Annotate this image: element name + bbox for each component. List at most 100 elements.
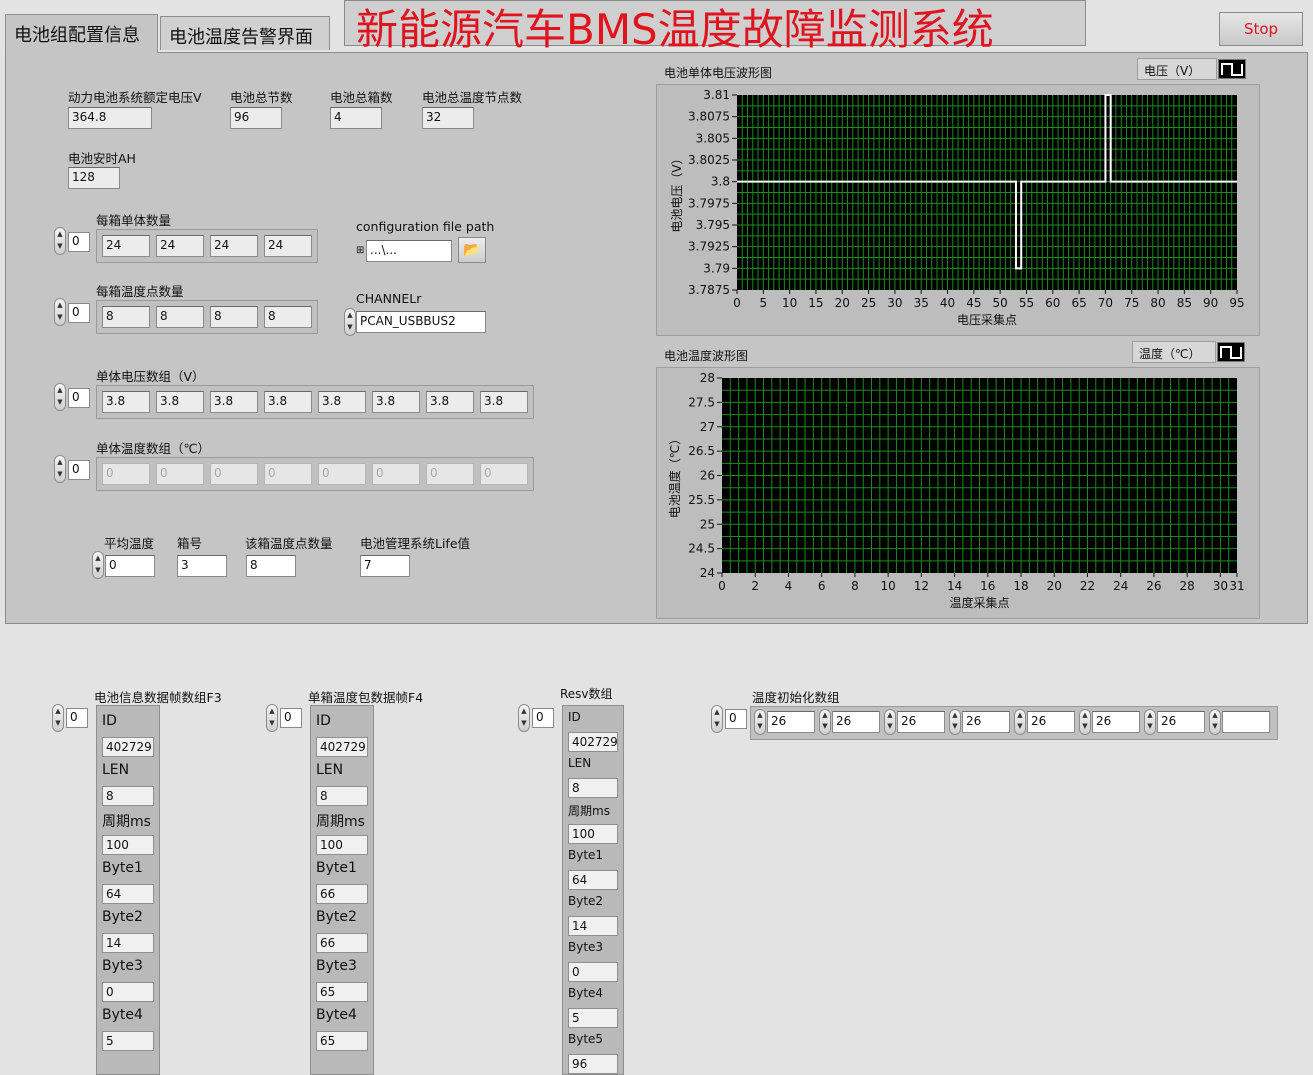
temp-init-element[interactable]: 26 bbox=[962, 711, 1010, 733]
life-value-field[interactable]: 7 bbox=[360, 555, 410, 577]
temp-init-element-spinner[interactable]: ▲ ▼ bbox=[949, 709, 961, 735]
cell-voltage-element[interactable]: 3.8 bbox=[156, 391, 204, 413]
cell-temps-index-spinner[interactable]: ▲ ▼ bbox=[54, 455, 66, 483]
cell-voltage-element[interactable]: 3.8 bbox=[372, 391, 420, 413]
cluster-field-value[interactable]: 14 bbox=[102, 933, 154, 953]
temp-init-element-spinner[interactable]: ▲ ▼ bbox=[1209, 709, 1221, 735]
cluster-field-value[interactable]: 8 bbox=[316, 786, 368, 806]
cell-voltage-element[interactable]: 3.8 bbox=[210, 391, 258, 413]
cluster-field-value[interactable]: 100 bbox=[316, 835, 368, 855]
box-temp-points-field[interactable]: 8 bbox=[246, 555, 296, 577]
cells-per-box-element[interactable]: 24 bbox=[156, 235, 204, 257]
temp-init-element-spinner[interactable]: ▲ ▼ bbox=[884, 709, 896, 735]
cluster-field-value[interactable]: 65 bbox=[316, 982, 368, 1002]
avg-temp-spinner[interactable]: ▲ ▼ bbox=[92, 551, 104, 579]
cluster-f3-index-spinner[interactable]: ▲ ▼ bbox=[52, 704, 64, 732]
cell-temp-element[interactable]: 0 bbox=[102, 463, 150, 485]
cells-per-box-element[interactable]: 24 bbox=[102, 235, 150, 257]
cluster-f4-index-spinner[interactable]: ▲ ▼ bbox=[266, 704, 278, 732]
temps-per-box-index[interactable]: 0 bbox=[68, 303, 90, 323]
cell-voltage-element[interactable]: 3.8 bbox=[426, 391, 474, 413]
voltage-legend[interactable]: 电压（V） bbox=[1137, 58, 1217, 80]
cluster-field-value[interactable]: 64 bbox=[568, 870, 618, 890]
temps-per-box-element[interactable]: 8 bbox=[264, 306, 312, 328]
cluster-field-value[interactable]: 66 bbox=[316, 884, 368, 904]
temp-init-element[interactable]: 26 bbox=[1027, 711, 1075, 733]
cell-temp-element[interactable]: 0 bbox=[480, 463, 528, 485]
cluster-resv-index[interactable]: 0 bbox=[532, 708, 554, 728]
cluster-field-value[interactable]: 65 bbox=[316, 1031, 368, 1051]
cells-per-box-index[interactable]: 0 bbox=[68, 232, 90, 252]
cell-voltages-index[interactable]: 0 bbox=[68, 388, 90, 408]
cluster-resv-index-spinner[interactable]: ▲ ▼ bbox=[518, 704, 530, 732]
temp-init-element-spinner[interactable]: ▲ ▼ bbox=[1144, 709, 1156, 735]
temp-init-element[interactable]: 26 bbox=[767, 711, 815, 733]
temp-init-element-spinner[interactable]: ▲ ▼ bbox=[754, 709, 766, 735]
stop-button[interactable]: Stop bbox=[1219, 12, 1303, 46]
channel-spinner[interactable]: ▲ ▼ bbox=[344, 308, 356, 336]
cell-voltages-index-spinner[interactable]: ▲ ▼ bbox=[54, 383, 66, 411]
temps-per-box-element[interactable]: 8 bbox=[210, 306, 258, 328]
tab-temp-alarm[interactable]: 电池温度告警界面 bbox=[160, 16, 330, 50]
temps-per-box-element[interactable]: 8 bbox=[102, 306, 150, 328]
folder-open-icon[interactable]: 📂 bbox=[458, 237, 486, 263]
cell-temps-index[interactable]: 0 bbox=[68, 460, 90, 480]
cell-temp-element[interactable]: 0 bbox=[156, 463, 204, 485]
cluster-field-value[interactable]: 64 bbox=[102, 884, 154, 904]
temp-init-element[interactable] bbox=[1222, 711, 1270, 733]
cluster-field-value[interactable]: 5 bbox=[568, 1008, 618, 1028]
avg-temp-field[interactable]: 0 bbox=[105, 555, 155, 577]
temp-init-element[interactable]: 26 bbox=[897, 711, 945, 733]
cluster-field-value[interactable]: 8 bbox=[568, 778, 618, 798]
cell-voltage-element[interactable]: 3.8 bbox=[264, 391, 312, 413]
total-temp-nodes-field[interactable]: 32 bbox=[422, 107, 474, 129]
cell-temp-element[interactable]: 0 bbox=[426, 463, 474, 485]
temps-per-box-index-spinner[interactable]: ▲ ▼ bbox=[54, 298, 66, 326]
temp-init-element-spinner[interactable]: ▲ ▼ bbox=[1079, 709, 1091, 735]
cluster-field-value[interactable]: 8 bbox=[102, 786, 154, 806]
rated-voltage-field[interactable]: 364.8 bbox=[68, 107, 152, 129]
amp-hours-field[interactable]: 128 bbox=[68, 167, 120, 189]
cluster-field-value[interactable]: 96 bbox=[568, 1054, 618, 1074]
temp-init-index-spinner[interactable]: ▲ ▼ bbox=[711, 705, 723, 733]
box-no-field[interactable]: 3 bbox=[177, 555, 227, 577]
temp-init-index[interactable]: 0 bbox=[725, 709, 747, 729]
temp-init-element[interactable]: 26 bbox=[832, 711, 880, 733]
cluster-field-value[interactable]: 100 bbox=[102, 835, 154, 855]
cluster-field-value[interactable]: 0 bbox=[102, 982, 154, 1002]
temp-x-tick-label: 22 bbox=[1080, 579, 1095, 593]
cluster-field-value[interactable]: 402729 bbox=[568, 732, 618, 752]
temps-per-box-element[interactable]: 8 bbox=[156, 306, 204, 328]
cell-temp-element[interactable]: 0 bbox=[318, 463, 366, 485]
cluster-field-value[interactable]: 66 bbox=[316, 933, 368, 953]
total-cells-field[interactable]: 96 bbox=[230, 107, 282, 129]
cells-per-box-element[interactable]: 24 bbox=[264, 235, 312, 257]
temp-init-element-spinner[interactable]: ▲ ▼ bbox=[1014, 709, 1026, 735]
tab-config[interactable]: 电池组配置信息 bbox=[5, 14, 158, 53]
cluster-f3-index[interactable]: 0 bbox=[66, 708, 88, 728]
cluster-field-value[interactable]: 402729 bbox=[102, 737, 154, 757]
total-boxes-field[interactable]: 4 bbox=[330, 107, 382, 129]
cluster-field-value[interactable]: 5 bbox=[102, 1031, 154, 1051]
temp-init-element-spinner[interactable]: ▲ ▼ bbox=[819, 709, 831, 735]
temp-legend[interactable]: 温度（℃） bbox=[1132, 341, 1216, 363]
channel-field[interactable]: PCAN_USBBUS2 bbox=[356, 311, 486, 333]
temp-plot-style-icon[interactable] bbox=[1217, 342, 1245, 362]
voltage-plot-style-icon[interactable] bbox=[1218, 59, 1246, 79]
cell-temp-element[interactable]: 0 bbox=[264, 463, 312, 485]
cell-voltage-element[interactable]: 3.8 bbox=[102, 391, 150, 413]
config-path-field[interactable]: ...\... bbox=[366, 240, 452, 262]
cell-temp-element[interactable]: 0 bbox=[210, 463, 258, 485]
cell-voltage-element[interactable]: 3.8 bbox=[480, 391, 528, 413]
temp-init-element[interactable]: 26 bbox=[1157, 711, 1205, 733]
cluster-f4-index[interactable]: 0 bbox=[280, 708, 302, 728]
cluster-field-value[interactable]: 100 bbox=[568, 824, 618, 844]
cell-voltage-element[interactable]: 3.8 bbox=[318, 391, 366, 413]
cluster-field-value[interactable]: 14 bbox=[568, 916, 618, 936]
cluster-field-value[interactable]: 402729 bbox=[316, 737, 368, 757]
cells-per-box-element[interactable]: 24 bbox=[210, 235, 258, 257]
cell-temp-element[interactable]: 0 bbox=[372, 463, 420, 485]
temp-init-element[interactable]: 26 bbox=[1092, 711, 1140, 733]
cluster-field-value[interactable]: 0 bbox=[568, 962, 618, 982]
cells-per-box-index-spinner[interactable]: ▲ ▼ bbox=[54, 227, 66, 255]
